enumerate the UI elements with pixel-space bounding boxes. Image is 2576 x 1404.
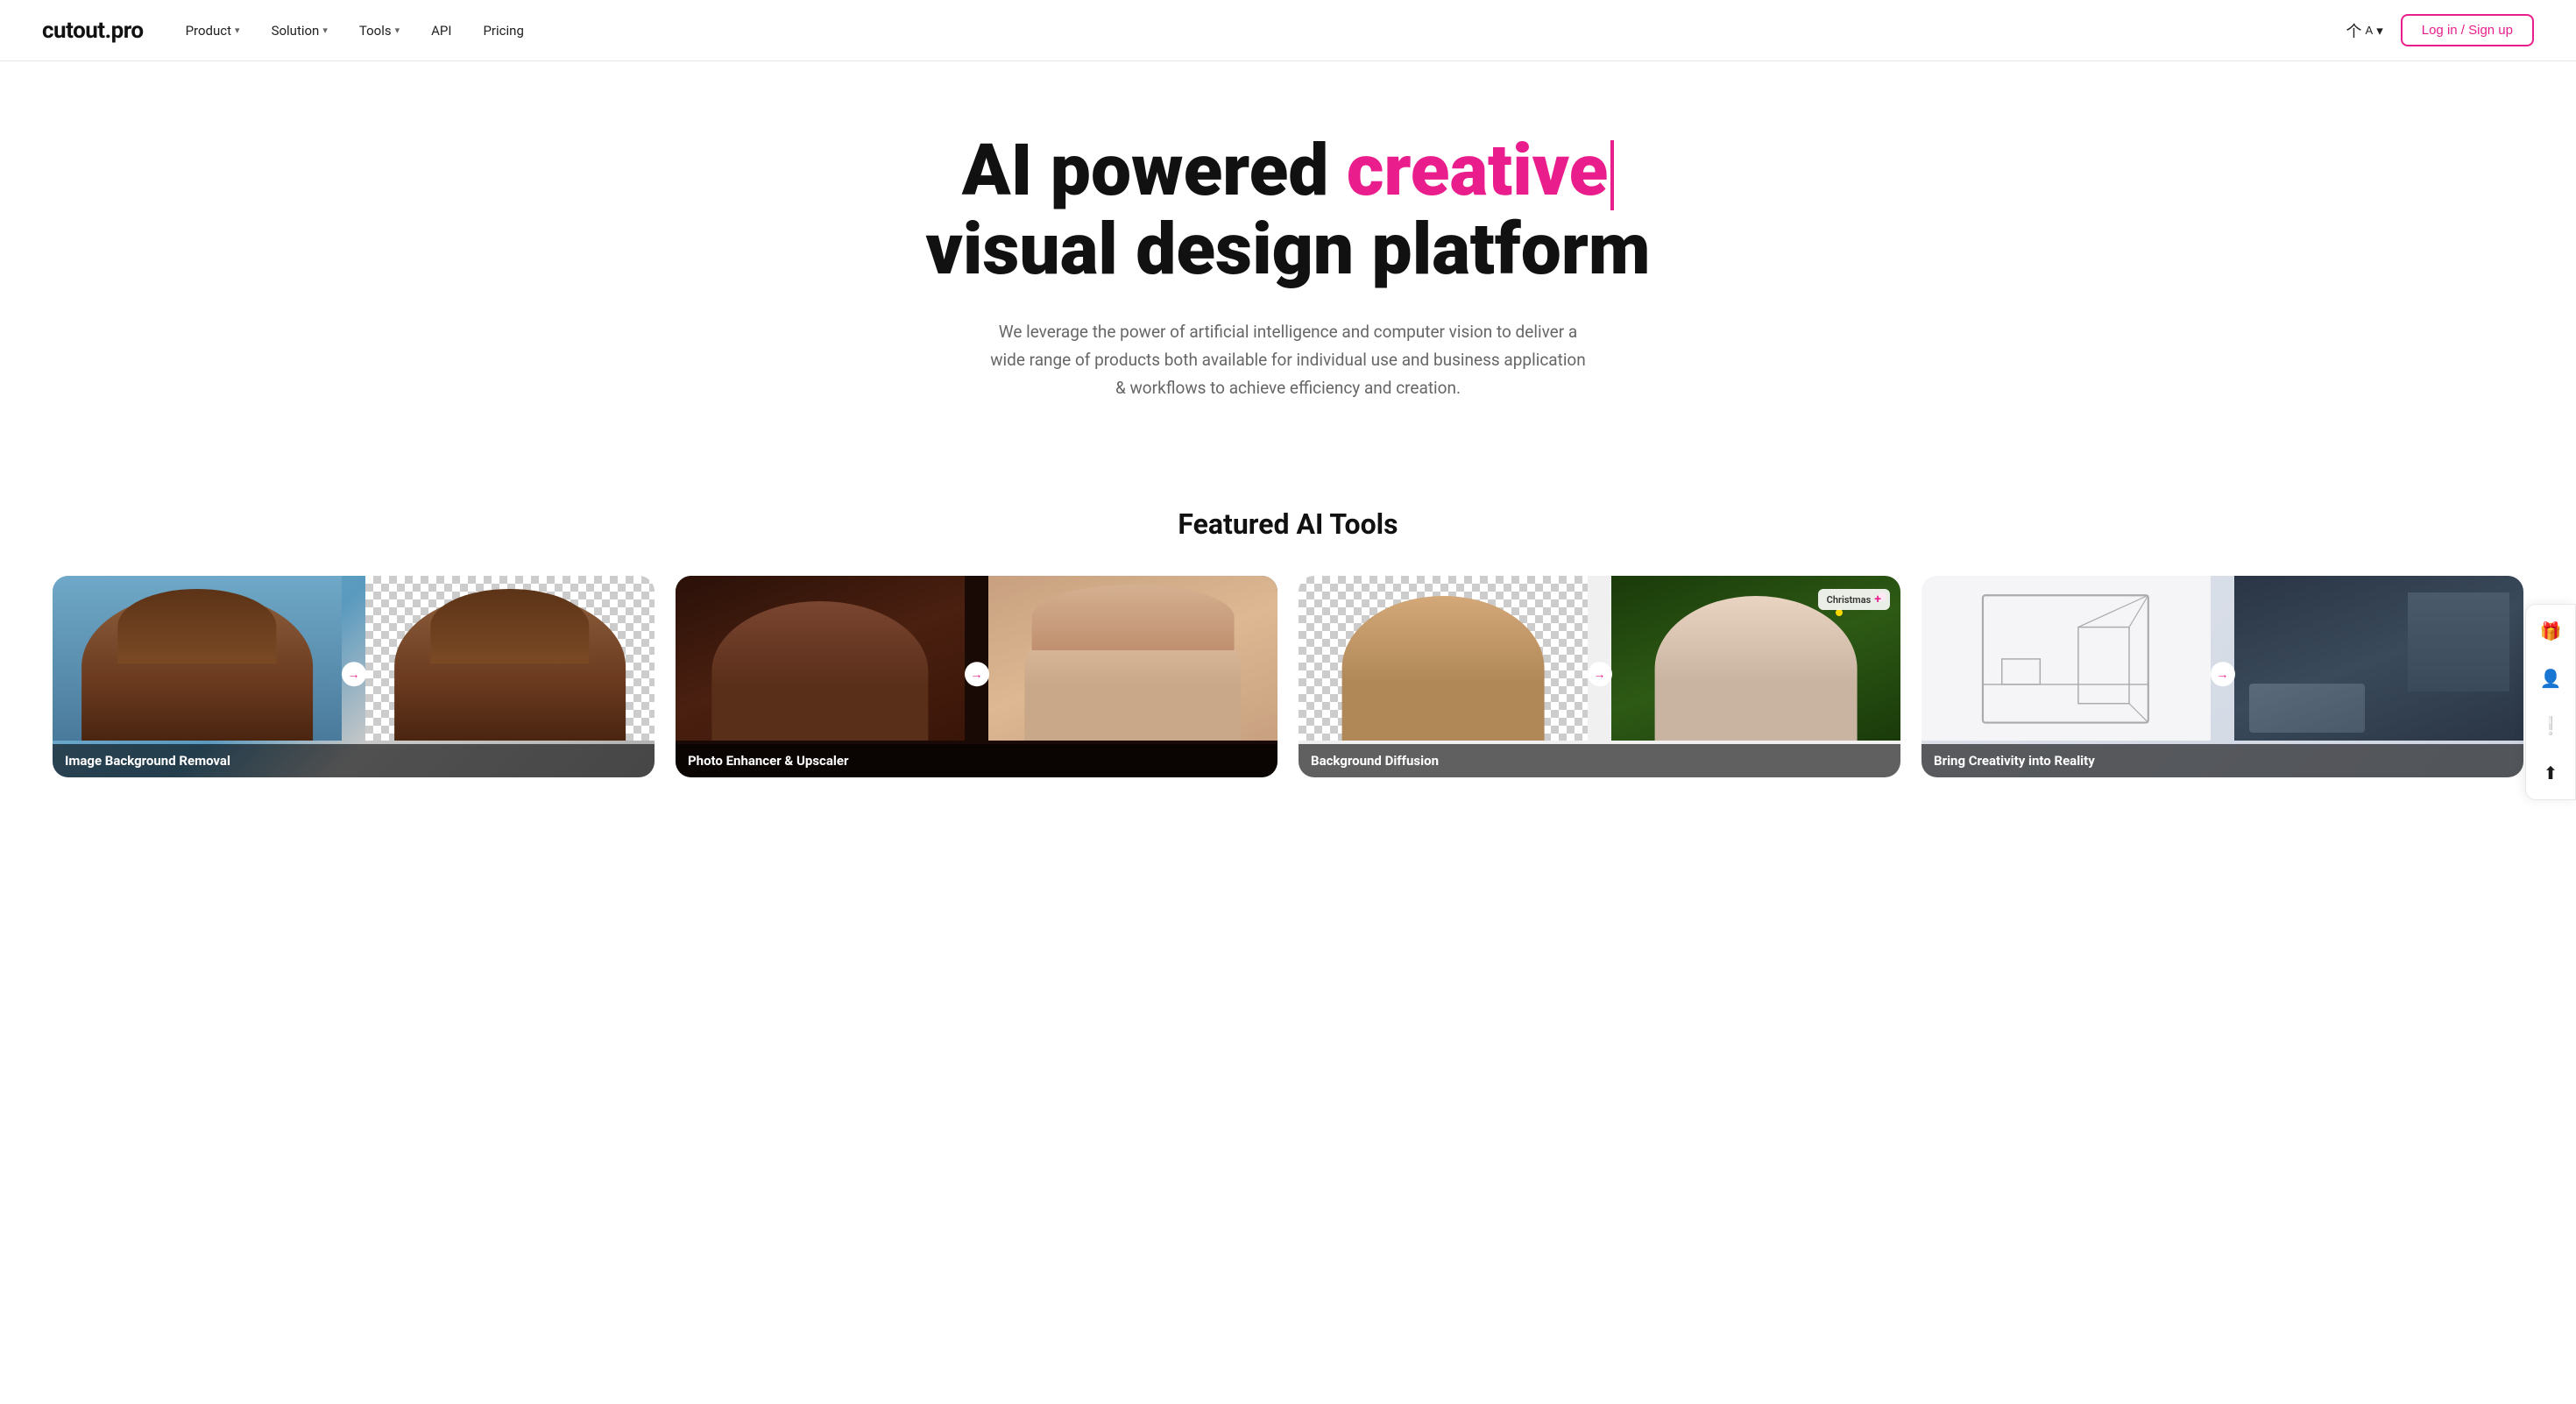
featured-title: Featured AI Tools bbox=[53, 507, 2523, 541]
card-inner: → Photo Enhancer & Upscaler bbox=[676, 576, 1277, 777]
hair-bright bbox=[1032, 585, 1235, 650]
face-dark bbox=[711, 601, 928, 741]
upload-icon[interactable]: ⬆ bbox=[2535, 757, 2566, 789]
arrow-icon: → bbox=[2211, 663, 2235, 687]
card-inner: Christmas + → Background Diffusion bbox=[1299, 576, 1900, 777]
chevron-down-icon: ▾ bbox=[395, 25, 400, 36]
arrow-icon: → bbox=[1588, 663, 1612, 687]
before-dark bbox=[676, 576, 965, 741]
hero-title: AI powered creative visual design platfo… bbox=[797, 131, 1779, 290]
sketch-side bbox=[1921, 576, 2211, 741]
tool-card-bg-removal[interactable]: → Image Background Removal bbox=[53, 576, 655, 777]
chevron-down-icon: ▾ bbox=[322, 25, 328, 36]
hair-shape-result bbox=[430, 589, 589, 663]
realistic-room bbox=[2234, 576, 2523, 741]
nav-right: 个 A ▾ Log in / Sign up bbox=[2346, 14, 2534, 46]
baby-shape bbox=[1341, 596, 1544, 741]
tool-card-enhancer[interactable]: → Photo Enhancer & Upscaler bbox=[676, 576, 1277, 777]
plus-icon: + bbox=[1874, 592, 1881, 606]
ornament bbox=[1836, 609, 1843, 616]
before-image bbox=[53, 576, 342, 741]
arrow-icon: → bbox=[965, 663, 989, 687]
card-inner: → Image Background Removal bbox=[53, 576, 655, 777]
tool-card-creativity[interactable]: → Bring Creativity into Reality bbox=[1921, 576, 2523, 777]
christmas-badge: Christmas + bbox=[1818, 589, 1890, 610]
hair-shape bbox=[117, 589, 276, 663]
translate-icon: 个 bbox=[2346, 19, 2362, 42]
arrow-icon: → bbox=[342, 663, 366, 687]
login-button[interactable]: Log in / Sign up bbox=[2401, 14, 2534, 46]
sofa bbox=[2249, 684, 2365, 733]
main-nav: cutout.pro Product ▾ Solution ▾ Tools ▾ … bbox=[0, 0, 2576, 61]
logo[interactable]: cutout.pro bbox=[42, 18, 144, 44]
nav-pricing[interactable]: Pricing bbox=[483, 23, 523, 39]
nav-tools[interactable]: Tools ▾ bbox=[359, 23, 400, 39]
baby-bright bbox=[1655, 596, 1858, 741]
tool-card-diffusion[interactable]: Christmas + → Background Diffusion bbox=[1299, 576, 1900, 777]
tools-grid: → Image Background Removal → bbox=[53, 576, 2523, 777]
tool-label-diffusion: Background Diffusion bbox=[1299, 744, 1900, 777]
avatar-icon[interactable]: 👤 bbox=[2535, 663, 2566, 694]
bookshelf bbox=[2408, 592, 2509, 691]
nav-api[interactable]: API bbox=[431, 23, 451, 39]
gift-icon[interactable]: 🎁 bbox=[2535, 615, 2566, 647]
room-sketch bbox=[1936, 589, 2196, 729]
after-bright bbox=[988, 576, 1277, 741]
featured-section: Featured AI Tools → Image Background Rem… bbox=[0, 507, 2576, 830]
hero-section: AI powered creative visual design platfo… bbox=[762, 61, 1814, 507]
language-button[interactable]: 个 A ▾ bbox=[2346, 19, 2383, 42]
cursor-blink bbox=[1610, 140, 1614, 210]
nav-solution[interactable]: Solution ▾ bbox=[272, 23, 328, 39]
tool-label-enhancer: Photo Enhancer & Upscaler bbox=[676, 744, 1277, 777]
before-transparent bbox=[1299, 576, 1588, 741]
tool-label-creativity: Bring Creativity into Reality bbox=[1921, 744, 2523, 777]
tool-label-bg-removal: Image Background Removal bbox=[53, 744, 655, 777]
after-image-transparent bbox=[365, 576, 655, 741]
nav-links: Product ▾ Solution ▾ Tools ▾ API Pricing bbox=[186, 23, 524, 39]
chevron-down-icon: ▾ bbox=[235, 25, 240, 36]
nav-product[interactable]: Product ▾ bbox=[186, 23, 240, 39]
hero-subtitle: We leverage the power of artificial inte… bbox=[990, 318, 1586, 403]
alert-icon[interactable]: ❕ bbox=[2535, 710, 2566, 741]
card-inner: → Bring Creativity into Reality bbox=[1921, 576, 2523, 777]
sidebar-right: 🎁 👤 ❕ ⬆ bbox=[2525, 604, 2576, 800]
chevron-down-icon: ▾ bbox=[2376, 23, 2383, 39]
